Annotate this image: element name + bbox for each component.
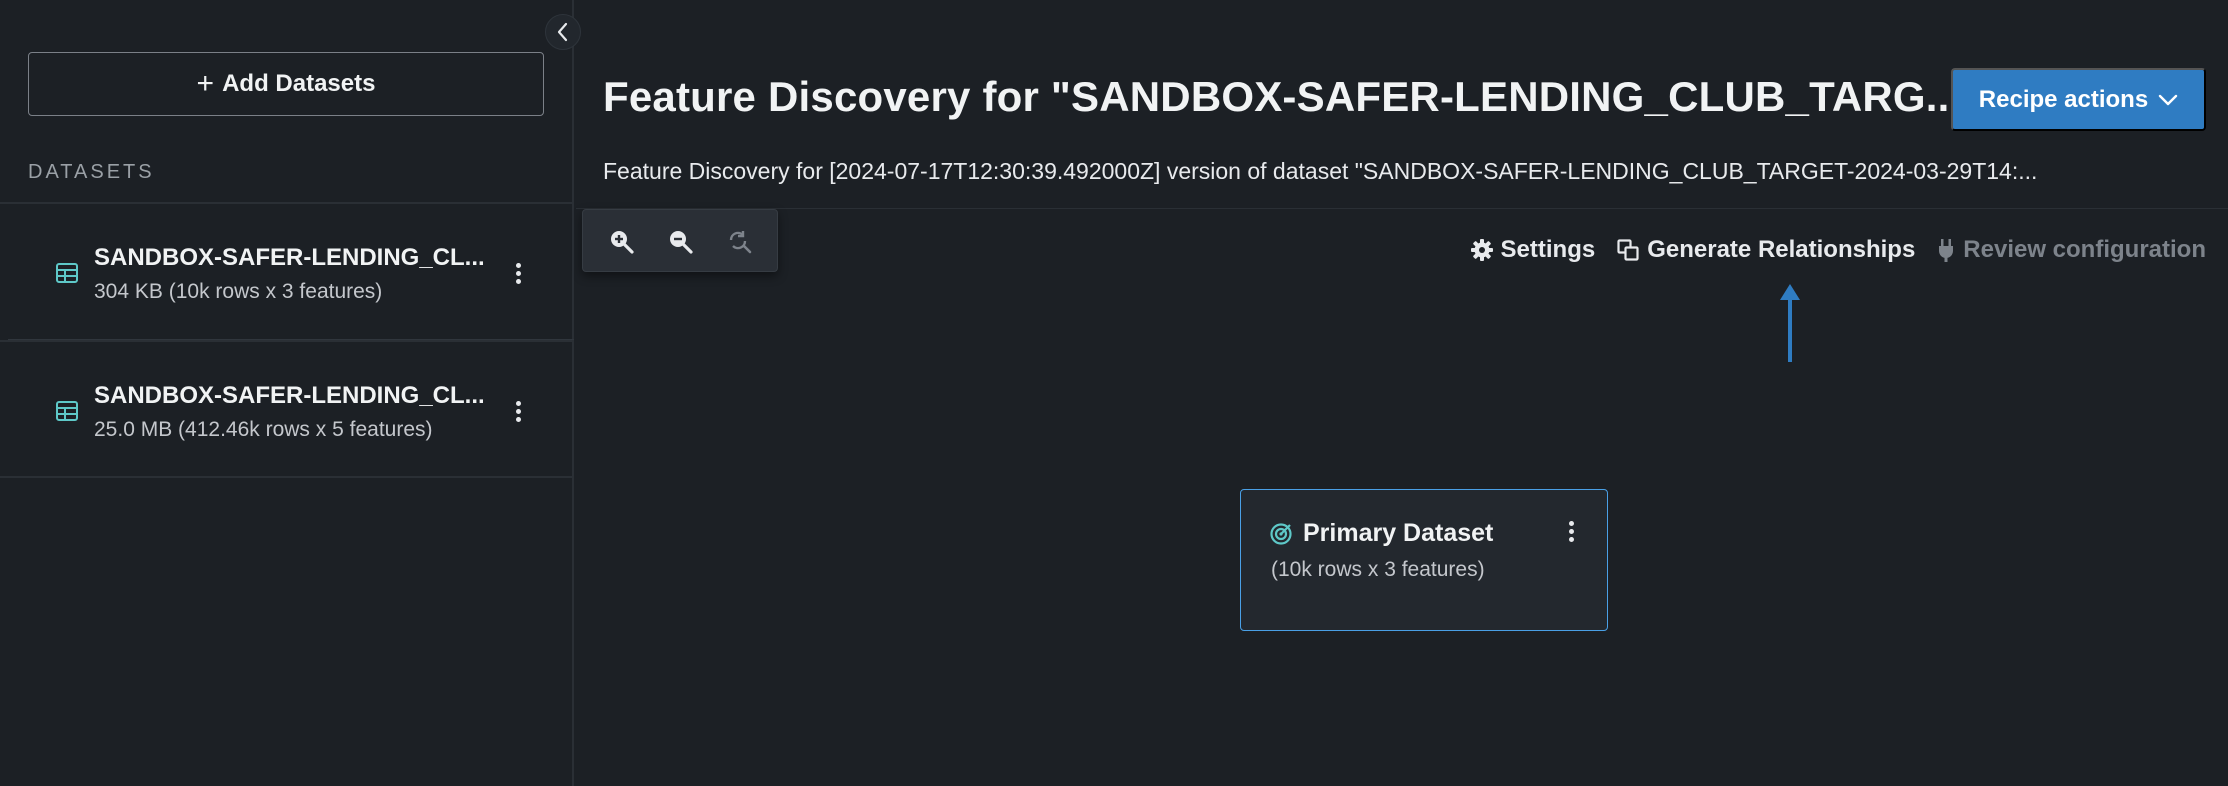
gear-icon bbox=[1470, 239, 1493, 261]
arrow-up-icon bbox=[1780, 284, 1800, 362]
canvas-action-bar: Settings Generate Relationships Review c… bbox=[1470, 236, 2206, 264]
generate-relationships-button[interactable]: Generate Relationships bbox=[1617, 236, 1915, 264]
add-datasets-button[interactable]: + Add Datasets bbox=[28, 52, 544, 116]
page-title: Feature Discovery for "SANDBOX-SAFER-LEN… bbox=[603, 73, 1962, 120]
divider bbox=[576, 208, 2228, 209]
node-title: Primary Dataset bbox=[1303, 519, 1494, 547]
zoom-in-button[interactable] bbox=[601, 221, 641, 261]
review-configuration-label: Review configuration bbox=[1963, 236, 2206, 263]
collapse-sidebar-button[interactable] bbox=[545, 14, 581, 50]
dataset-list-item[interactable]: SANDBOX-SAFER-LENDING_CL... 304 KB (10k … bbox=[0, 202, 574, 342]
zoom-out-icon bbox=[669, 230, 693, 254]
dataset-meta: 304 KB (10k rows x 3 features) bbox=[94, 280, 383, 303]
plus-icon: + bbox=[196, 67, 215, 100]
dataset-name: SANDBOX-SAFER-LENDING_CL... bbox=[94, 244, 485, 271]
node-meta: (10k rows x 3 features) bbox=[1271, 558, 1485, 581]
app-root: + Add Datasets DATASETS SANDBOX-SAFER-LE… bbox=[0, 0, 2228, 786]
sidebar: + Add Datasets DATASETS SANDBOX-SAFER-LE… bbox=[0, 0, 574, 786]
more-options-icon[interactable] bbox=[508, 258, 528, 288]
more-options-icon[interactable] bbox=[508, 396, 528, 426]
generate-relationships-label: Generate Relationships bbox=[1647, 236, 1916, 263]
settings-button[interactable]: Settings bbox=[1470, 236, 1596, 264]
reset-zoom-button[interactable] bbox=[719, 221, 759, 261]
table-icon bbox=[56, 263, 78, 283]
recipe-actions-button[interactable]: Recipe actions bbox=[1951, 68, 2206, 131]
target-icon bbox=[1270, 523, 1292, 545]
review-configuration-button[interactable]: Review configuration bbox=[1937, 236, 2206, 264]
table-icon bbox=[56, 401, 78, 421]
plug-icon bbox=[1939, 239, 1954, 262]
datasets-section-label: DATASETS bbox=[28, 161, 155, 183]
dataset-meta: 25.0 MB (412.46k rows x 5 features) bbox=[94, 418, 433, 441]
primary-dataset-node[interactable]: Primary Dataset (10k rows x 3 features) bbox=[1240, 489, 1608, 631]
reset-zoom-icon bbox=[730, 230, 752, 253]
dataset-name: SANDBOX-SAFER-LENDING_CL... bbox=[94, 382, 485, 409]
chevron-down-icon bbox=[2159, 94, 2178, 105]
add-datasets-label: Add Datasets bbox=[222, 70, 376, 97]
relationships-icon bbox=[1617, 239, 1639, 261]
zoom-out-button[interactable] bbox=[660, 221, 700, 261]
dataset-list-item[interactable]: SANDBOX-SAFER-LENDING_CL... 25.0 MB (412… bbox=[0, 340, 574, 478]
zoom-toolbar bbox=[582, 209, 778, 272]
dataset-list: SANDBOX-SAFER-LENDING_CL... 304 KB (10k … bbox=[0, 202, 574, 478]
chevron-left-icon bbox=[557, 22, 568, 42]
page-subtitle: Feature Discovery for [2024-07-17T12:30:… bbox=[603, 158, 2038, 184]
main-panel: Feature Discovery for "SANDBOX-SAFER-LEN… bbox=[576, 0, 2228, 786]
more-options-icon[interactable] bbox=[1561, 516, 1581, 546]
settings-label: Settings bbox=[1500, 236, 1596, 263]
zoom-in-icon bbox=[610, 230, 634, 254]
recipe-actions-label: Recipe actions bbox=[1978, 85, 2149, 113]
